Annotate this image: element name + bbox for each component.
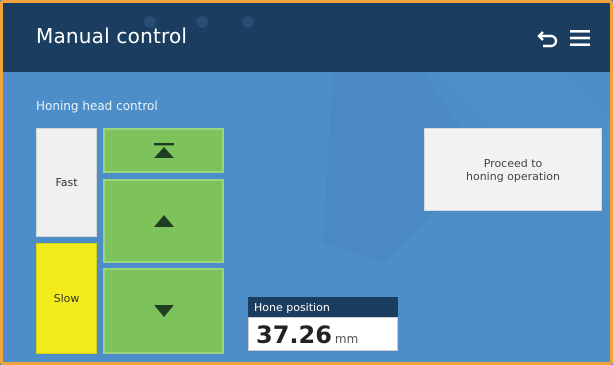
fast-label: Fast bbox=[55, 176, 78, 189]
app-frame: Manual control Honing head control Fast … bbox=[0, 0, 613, 365]
hone-position-value: 37.26 bbox=[256, 321, 332, 349]
slow-label: Slow bbox=[53, 292, 80, 305]
hone-position-unit: mm bbox=[334, 332, 359, 346]
page-title: Manual control bbox=[36, 24, 188, 48]
hamburger-menu-icon[interactable] bbox=[568, 26, 592, 50]
proceed-to-honing-button[interactable]: Proceed to honing operation bbox=[424, 128, 602, 211]
arrow-down-icon bbox=[153, 305, 174, 317]
hone-position-display: Hone position 37.26 mm bbox=[248, 297, 398, 355]
move-down-button[interactable] bbox=[103, 268, 224, 354]
fast-speed-button[interactable]: Fast bbox=[36, 128, 97, 237]
arrow-up-icon bbox=[153, 215, 174, 227]
hone-position-value-box: 37.26 mm bbox=[248, 317, 398, 351]
proceed-label-line2: honing operation bbox=[466, 169, 560, 183]
move-to-top-icon bbox=[153, 142, 174, 158]
proceed-label-line1: Proceed to bbox=[483, 156, 543, 170]
move-to-top-button[interactable] bbox=[103, 128, 224, 173]
undo-arrow-icon[interactable] bbox=[536, 26, 560, 50]
section-label: Honing head control bbox=[36, 99, 158, 113]
move-up-button[interactable] bbox=[103, 179, 224, 263]
hone-position-label: Hone position bbox=[248, 297, 398, 317]
top-bar: Manual control bbox=[3, 3, 610, 72]
slow-speed-button[interactable]: Slow bbox=[36, 243, 97, 354]
